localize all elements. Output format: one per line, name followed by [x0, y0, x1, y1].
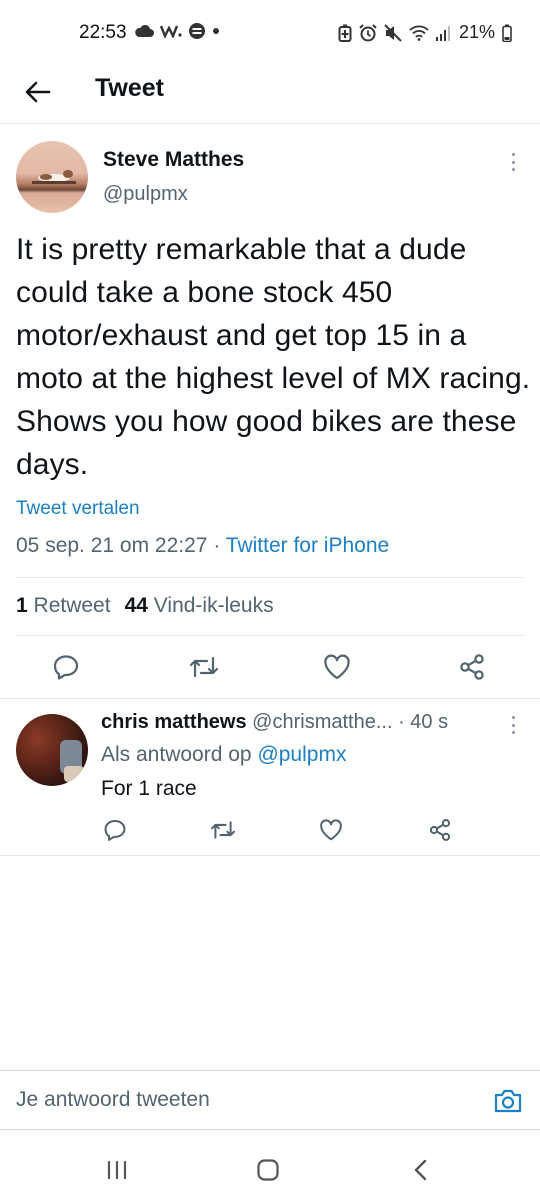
camera-button[interactable]	[491, 1085, 525, 1117]
reply-author-avatar[interactable]	[16, 714, 88, 786]
page-title: Tweet	[95, 74, 164, 102]
heart-icon	[320, 819, 342, 841]
likes-count: 44	[124, 594, 148, 617]
translate-tweet-link[interactable]: Tweet vertalen	[16, 498, 140, 520]
retweet-button[interactable]	[184, 647, 224, 687]
reply-like-button[interactable]	[311, 810, 351, 850]
reply-mention-link[interactable]: @pulpmx	[257, 743, 346, 766]
status-left-icons	[134, 22, 220, 40]
top-bar: Tweet	[0, 64, 540, 124]
reply-composer	[0, 1070, 540, 1130]
reply-share-button[interactable]	[420, 810, 460, 850]
more-dot	[511, 160, 515, 164]
reply-retweet-button[interactable]	[203, 810, 243, 850]
heart-icon	[324, 654, 350, 680]
reply-icon	[104, 819, 126, 841]
retweets-stat[interactable]: 1 Retweet	[16, 594, 111, 617]
status-right-icons: 21%	[338, 22, 512, 43]
retweets-count: 1	[16, 594, 28, 617]
dot-icon	[213, 28, 219, 34]
more-options-button[interactable]	[503, 150, 523, 174]
back-button[interactable]	[18, 72, 58, 112]
home-icon	[257, 1159, 279, 1181]
cloud-icon	[135, 24, 154, 37]
retweet-icon	[210, 821, 236, 839]
w-app-icon	[160, 25, 182, 38]
divider	[16, 577, 524, 578]
retweets-label: Retweet	[33, 594, 111, 617]
like-button[interactable]	[317, 647, 357, 687]
navigation-bar	[0, 1140, 540, 1200]
tweet-stats: 1 Retweet 44 Vind-ik-leuks	[16, 594, 274, 618]
reply-input[interactable]	[16, 1071, 476, 1129]
wifi-icon	[409, 25, 429, 41]
more-dot	[511, 153, 515, 156]
divider	[16, 635, 524, 636]
recent-apps-button[interactable]	[97, 1152, 137, 1188]
reply-header: chris matthews @chrismatthe... · 40 s	[101, 711, 448, 734]
more-dot	[511, 731, 515, 734]
message-icon	[189, 23, 205, 39]
author-handle[interactable]: @pulpmx	[103, 183, 188, 206]
alarm-icon	[359, 23, 377, 41]
more-dot	[511, 168, 515, 171]
share-icon	[460, 654, 484, 680]
arrow-left-icon	[25, 81, 51, 103]
tweet-text: It is pretty remarkable that a dude coul…	[16, 233, 531, 481]
back-nav-button[interactable]	[400, 1152, 440, 1188]
meta-separator: ·	[207, 534, 226, 557]
status-bar: 22:53 21%	[0, 0, 540, 64]
reply-more-options-button[interactable]	[503, 713, 523, 737]
divider	[0, 698, 540, 699]
reply-button[interactable]	[46, 647, 86, 687]
tweet-source-link[interactable]: Twitter for iPhone	[226, 534, 389, 557]
battery-icon	[502, 24, 512, 42]
reply-time: · 40 s	[398, 711, 449, 733]
reply-author-name[interactable]: chris matthews	[101, 711, 247, 733]
home-button[interactable]	[248, 1152, 288, 1188]
battery-saver-icon	[338, 24, 352, 42]
share-icon	[429, 819, 451, 841]
tweet-date: 05 sep. 21 om 22:27	[16, 534, 208, 557]
author-name[interactable]: Steve Matthes	[103, 148, 244, 172]
reply-actions	[0, 810, 540, 850]
tweet-actions	[0, 647, 540, 687]
reply-text: For 1 race	[101, 777, 197, 800]
recent-apps-icon	[107, 1160, 127, 1180]
mute-icon	[384, 23, 402, 42]
camera-icon	[494, 1089, 522, 1113]
likes-stat[interactable]: 44 Vind-ik-leuks	[125, 594, 274, 617]
status-time: 22:53	[79, 22, 127, 43]
reply-author-handle[interactable]: @chrismatthe...	[252, 711, 392, 733]
tweet-meta: 05 sep. 21 om 22:27 · Twitter for iPhone	[16, 534, 389, 558]
likes-label: Vind-ik-leuks	[153, 594, 274, 617]
retweet-icon	[189, 656, 219, 678]
chevron-left-icon	[414, 1159, 427, 1181]
reply-reply-button[interactable]	[95, 810, 135, 850]
avatar-photo-detail	[64, 766, 84, 782]
battery-percentage: 21%	[458, 22, 495, 42]
more-dot	[511, 723, 515, 727]
reply-prefix: Als antwoord op	[101, 743, 252, 766]
reply-context: Als antwoord op @pulpmx	[101, 743, 346, 767]
dog-photo	[32, 170, 76, 184]
more-dot	[511, 716, 515, 719]
reply-icon	[53, 655, 79, 680]
author-avatar[interactable]	[16, 141, 88, 213]
divider	[0, 855, 540, 856]
signal-icon	[435, 25, 450, 41]
share-button[interactable]	[452, 647, 492, 687]
